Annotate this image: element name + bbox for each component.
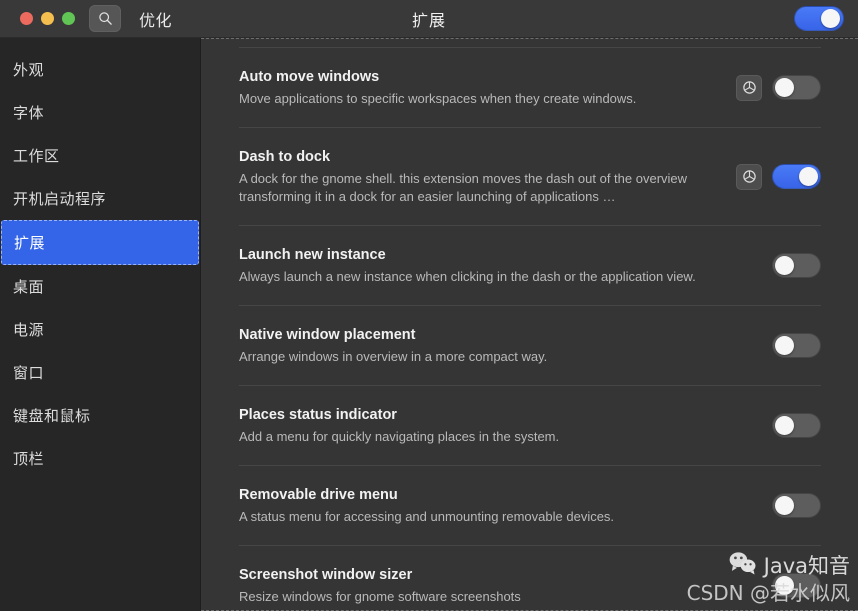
sidebar-item-top-bar[interactable]: 顶栏 xyxy=(0,437,200,480)
sidebar-item-label: 字体 xyxy=(13,105,45,122)
extension-text: Dash to dock A dock for the gnome shell.… xyxy=(239,147,736,206)
extension-title: Removable drive menu xyxy=(239,487,398,503)
extensions-master-toggle[interactable] xyxy=(794,6,844,31)
extension-title: Native window placement xyxy=(239,327,416,343)
extension-row[interactable]: Removable drive menu A status menu for a… xyxy=(239,466,821,546)
sidebar-item-workspaces[interactable]: 工作区 xyxy=(0,134,200,177)
sidebar-item-power[interactable]: 电源 xyxy=(0,308,200,351)
window-body: 外观 字体 工作区 开机启动程序 扩展 桌面 电源 窗口 键盘和鼠标 顶栏 Ap… xyxy=(0,38,858,611)
window-controls xyxy=(20,12,75,25)
toggle-knob xyxy=(775,256,794,275)
search-icon xyxy=(98,11,113,26)
extension-text: Native window placement Arrange windows … xyxy=(239,325,736,366)
sidebar-item-extensions[interactable]: 扩展 xyxy=(1,220,199,265)
extension-row[interactable]: Dash to dock A dock for the gnome shell.… xyxy=(239,128,821,226)
extensions-master-toggle-wrap xyxy=(794,6,848,31)
prefs-spacer xyxy=(736,413,762,439)
sidebar: 外观 字体 工作区 开机启动程序 扩展 桌面 电源 窗口 键盘和鼠标 顶栏 xyxy=(0,38,201,611)
prefs-spacer xyxy=(736,333,762,359)
extension-row[interactable]: Native window placement Arrange windows … xyxy=(239,306,821,386)
gnome-tweaks-window: 优化 扩展 外观 字体 工作区 开机启动程序 扩展 桌面 电源 窗口 键盘和鼠标… xyxy=(0,0,858,611)
toggle-knob xyxy=(775,78,794,97)
sidebar-item-desktop[interactable]: 桌面 xyxy=(0,265,200,308)
extension-toggle[interactable] xyxy=(772,75,821,100)
extension-text: Launch new instance Always launch a new … xyxy=(239,245,736,286)
extension-toggle[interactable] xyxy=(772,164,821,189)
close-window-button[interactable] xyxy=(20,12,33,25)
toggle-knob xyxy=(799,167,818,186)
extension-description: A status menu for accessing and unmounti… xyxy=(239,509,615,524)
maximize-window-button[interactable] xyxy=(62,12,75,25)
minimize-window-button[interactable] xyxy=(41,12,54,25)
extension-toggle[interactable] xyxy=(772,413,821,438)
titlebar: 优化 扩展 xyxy=(0,0,858,38)
extension-controls xyxy=(736,493,821,519)
preferences-icon xyxy=(742,169,757,184)
sidebar-item-label: 键盘和鼠标 xyxy=(13,408,91,425)
extension-description: Arrange windows in overview in a more co… xyxy=(239,349,548,364)
prefs-spacer xyxy=(736,253,762,279)
extension-text: Removable drive menu A status menu for a… xyxy=(239,485,736,526)
extension-preferences-button[interactable] xyxy=(736,74,762,101)
app-title: 优化 xyxy=(139,12,173,30)
extension-text: Places status indicator Add a menu for q… xyxy=(239,405,736,446)
toggle-knob xyxy=(775,416,794,435)
extension-title: Dash to dock xyxy=(239,149,331,165)
extension-controls xyxy=(736,413,821,439)
extension-row[interactable]: Launch new instance Always launch a new … xyxy=(239,226,821,306)
extensions-list: Applications menu Add a category-based m… xyxy=(201,39,858,610)
extension-title: Screenshot window sizer xyxy=(239,567,413,583)
extension-controls xyxy=(736,74,821,101)
search-button[interactable] xyxy=(89,5,121,32)
extension-description: Resize windows for gnome software screen… xyxy=(239,589,521,604)
extension-row[interactable]: Places status indicator Add a menu for q… xyxy=(239,386,821,466)
extension-row[interactable]: Screenshot window sizer Resize windows f… xyxy=(239,546,821,610)
sidebar-item-label: 顶栏 xyxy=(13,451,45,468)
sidebar-item-label: 窗口 xyxy=(13,365,45,382)
extension-toggle[interactable] xyxy=(772,493,821,518)
extension-title: Places status indicator xyxy=(239,407,397,423)
extension-toggle[interactable] xyxy=(772,573,821,598)
sidebar-item-appearance[interactable]: 外观 xyxy=(0,48,200,91)
extension-toggle[interactable] xyxy=(772,253,821,278)
sidebar-item-label: 工作区 xyxy=(13,148,60,165)
extension-toggle[interactable] xyxy=(772,333,821,358)
extensions-list-scroll-area[interactable]: Applications menu Add a category-based m… xyxy=(201,38,858,611)
extension-row[interactable]: Auto move windows Move applications to s… xyxy=(239,48,821,128)
sidebar-item-windows[interactable]: 窗口 xyxy=(0,351,200,394)
extension-title: Auto move windows xyxy=(239,69,380,85)
sidebar-item-fonts[interactable]: 字体 xyxy=(0,91,200,134)
sidebar-item-startup-applications[interactable]: 开机启动程序 xyxy=(0,177,200,220)
sidebar-item-label: 外观 xyxy=(13,62,45,79)
sidebar-item-label: 开机启动程序 xyxy=(13,191,107,208)
extension-controls xyxy=(736,333,821,359)
page-title: 扩展 xyxy=(411,12,446,30)
extension-description: Add a menu for quickly navigating places… xyxy=(239,429,560,444)
sidebar-item-label: 电源 xyxy=(13,322,45,339)
extension-description: Always launch a new instance when clicki… xyxy=(239,269,696,284)
extension-description: A dock for the gnome shell. this extensi… xyxy=(239,171,688,204)
sidebar-item-label: 桌面 xyxy=(13,279,45,296)
extension-text: Auto move windows Move applications to s… xyxy=(239,67,736,108)
extension-title: Launch new instance xyxy=(239,247,386,263)
sidebar-item-keyboard-mouse[interactable]: 键盘和鼠标 xyxy=(0,394,200,437)
prefs-spacer xyxy=(736,493,762,519)
extension-description: Move applications to specific workspaces… xyxy=(239,91,637,106)
toggle-knob xyxy=(775,576,794,595)
sidebar-item-label: 扩展 xyxy=(14,235,46,252)
extension-controls xyxy=(736,253,821,279)
extension-controls xyxy=(736,573,821,599)
extension-row[interactable]: Applications menu Add a category-based m… xyxy=(239,39,821,48)
extension-preferences-button[interactable] xyxy=(736,163,762,190)
toggle-knob xyxy=(821,9,840,28)
extension-controls xyxy=(736,163,821,190)
preferences-icon xyxy=(742,80,757,95)
extension-text: Screenshot window sizer Resize windows f… xyxy=(239,565,736,606)
toggle-knob xyxy=(775,336,794,355)
toggle-knob xyxy=(775,496,794,515)
prefs-spacer xyxy=(736,573,762,599)
